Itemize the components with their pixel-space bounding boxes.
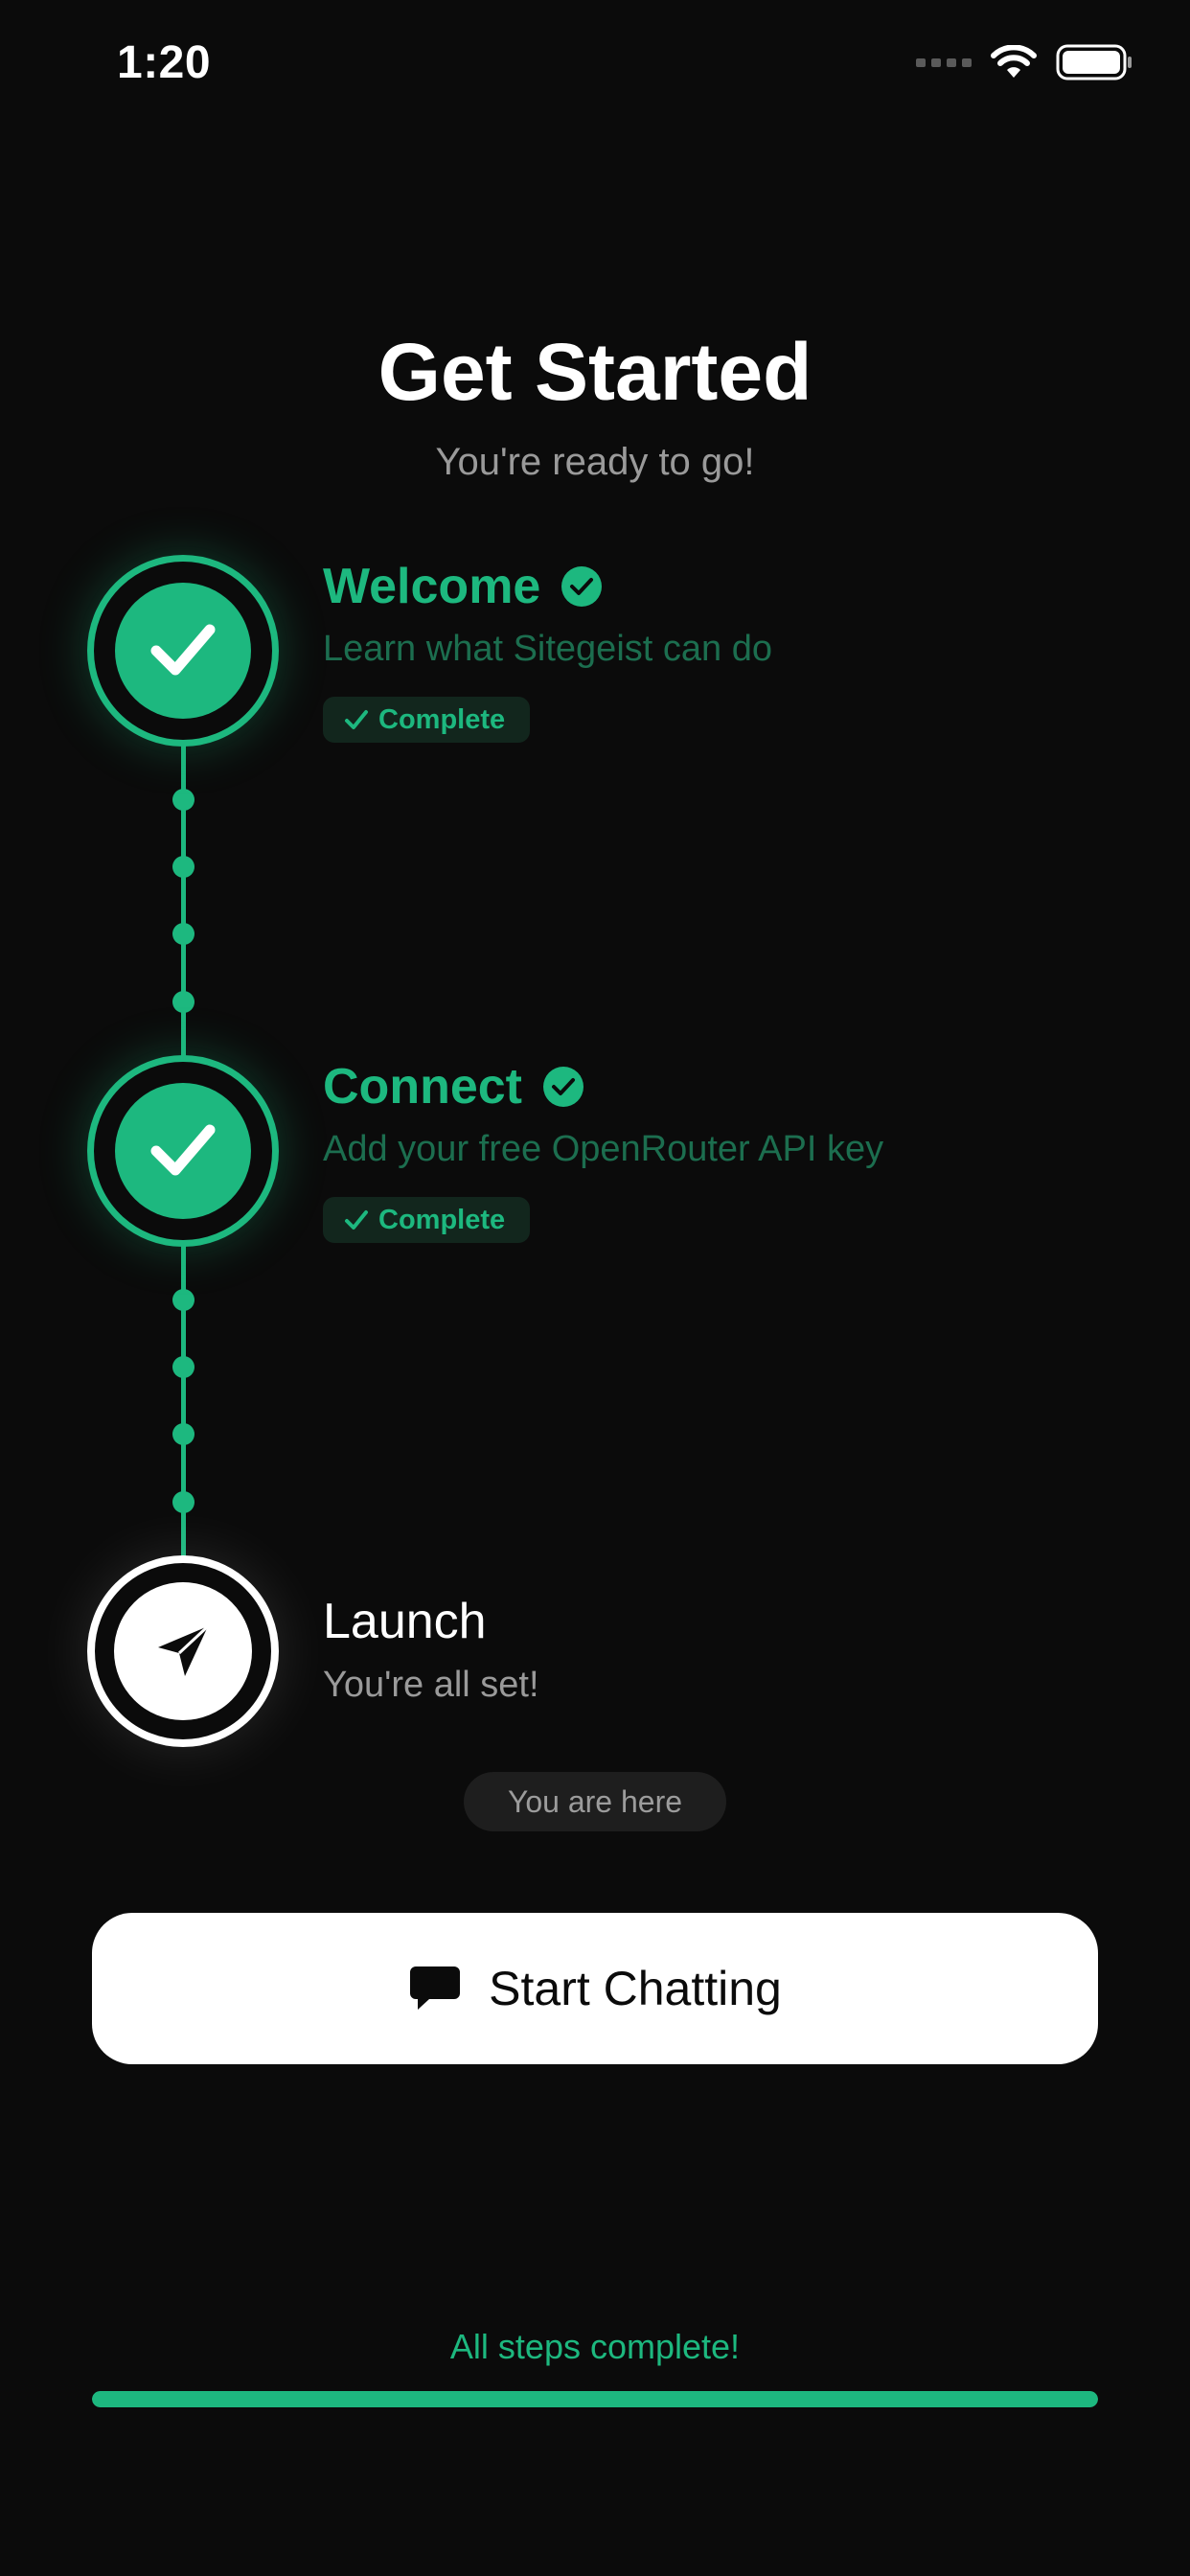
status-badge-label: Complete [378,703,506,735]
wifi-icon [991,45,1037,78]
timeline-dot [172,1423,195,1445]
step-welcome-title: Welcome [323,558,603,615]
progress-label: All steps complete! [449,2327,741,2366]
status-badge: Complete [323,1197,531,1243]
battery-icon [1056,44,1132,80]
page-title: Get Started [378,327,812,417]
step-welcome-indicator [87,555,279,747]
status-badge-label: Complete [378,1204,506,1235]
checkmark-icon [150,624,216,676]
check-icon [345,1210,368,1230]
check-icon [345,710,368,729]
timeline-dot [172,789,195,811]
verified-check-icon [561,566,603,607]
page-subtitle: You're ready to go! [435,441,755,483]
step-title-text: Launch [323,1594,487,1649]
progress-bar-fill [92,2391,1098,2407]
status-icons [916,44,1133,80]
you-are-here-indicator: You are here [464,1772,726,1831]
chat-bubble-icon [410,1966,461,2010]
paper-plane-icon [158,1624,210,1676]
step-welcome-description: Learn what Sitegeist can do [323,629,772,669]
start-chatting-button[interactable]: Start Chatting [92,1913,1098,2064]
progress-bar [92,2391,1098,2407]
step-title-text: Connect [323,1059,522,1115]
signal-icon [916,58,972,67]
start-chatting-label: Start Chatting [489,1962,782,2015]
status-badge: Complete [323,697,531,743]
timeline-dot [172,923,195,945]
step-connect-description: Add your free OpenRouter API key [323,1129,884,1169]
checkmark-icon [150,1124,216,1176]
verified-check-icon [543,1067,584,1107]
step-connect-title: Connect [323,1058,584,1116]
timeline-dot [172,1289,195,1311]
timeline-dot [172,1491,195,1513]
step-title-text: Welcome [323,559,541,614]
timeline-dot [172,991,195,1013]
step-launch-title: Launch [323,1593,487,1650]
step-launch-description: You're all set! [323,1665,539,1705]
timeline-dot [172,856,195,878]
timeline-dot [172,1356,195,1378]
step-connect-indicator [87,1055,279,1247]
status-time: 1:20 [117,37,212,88]
step-launch-indicator [87,1555,279,1747]
